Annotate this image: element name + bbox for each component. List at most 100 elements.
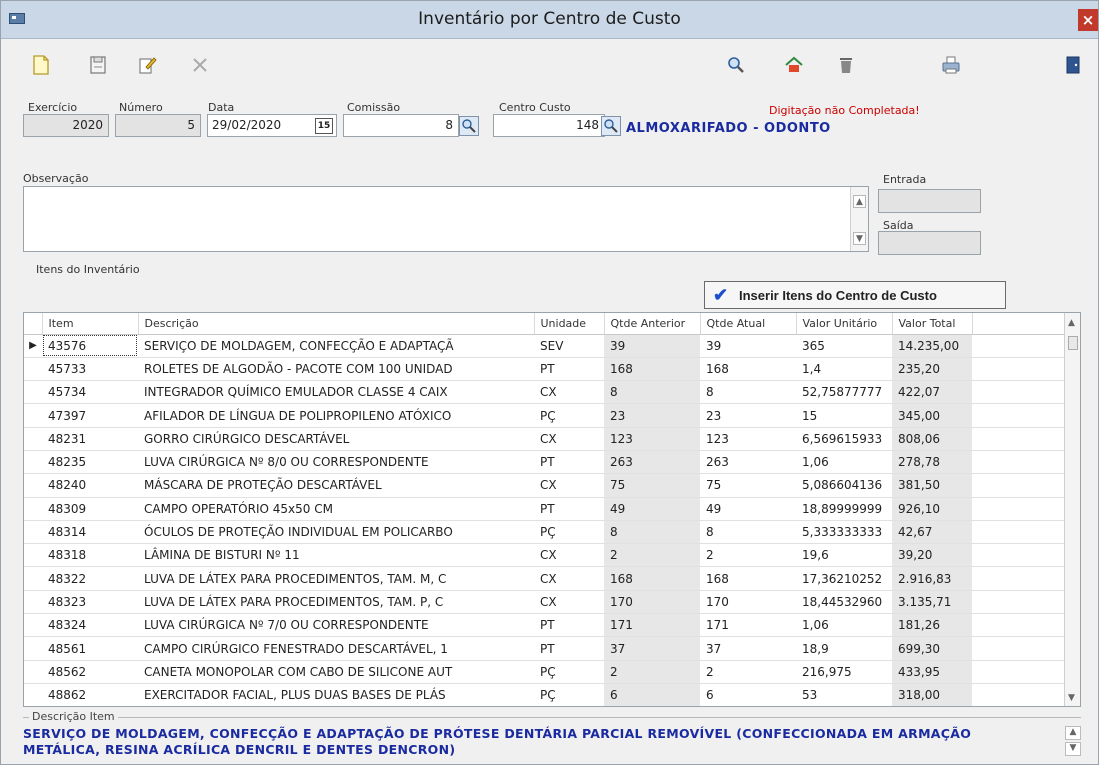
row-selector[interactable] bbox=[24, 566, 42, 591]
cell-qtde-atual[interactable]: 170 bbox=[700, 590, 796, 615]
cell-valor-unitario[interactable]: 18,44532960 bbox=[796, 590, 892, 615]
row-selector[interactable] bbox=[24, 497, 42, 521]
column-header-valor-unitario[interactable]: Valor Unitário bbox=[796, 313, 893, 335]
centro-custo-lookup-icon[interactable] bbox=[601, 116, 621, 136]
cell-valor-total[interactable]: 381,50 bbox=[892, 473, 972, 498]
numero-field[interactable]: 5 bbox=[115, 114, 201, 137]
search-icon[interactable] bbox=[726, 54, 746, 76]
column-header-item[interactable]: Item bbox=[42, 313, 139, 335]
row-selector[interactable] bbox=[24, 450, 42, 475]
cell-qtde-anterior[interactable]: 170 bbox=[604, 590, 700, 615]
cell-item[interactable]: 48562 bbox=[42, 660, 138, 684]
grid-scrollbar[interactable]: ▲ ▼ bbox=[1064, 313, 1080, 706]
cell-valor-unitario[interactable]: 18,89999999 bbox=[796, 497, 892, 521]
cell-qtde-atual[interactable]: 168 bbox=[700, 357, 796, 382]
cell-qtde-atual[interactable]: 39 bbox=[700, 334, 796, 358]
table-row[interactable]: 48862 EXERCITADOR FACIAL, PLUS DUAS BASES… bbox=[24, 683, 1066, 706]
table-row[interactable]: ▶ 43576 SERVIÇO DE MOLDAGEM, CONFECÇÃO E A… bbox=[24, 334, 1066, 358]
cell-qtde-atual[interactable]: 168 bbox=[700, 566, 796, 591]
cell-unidade[interactable]: PÇ bbox=[534, 683, 604, 706]
cell-unidade[interactable]: PT bbox=[534, 450, 604, 475]
cell-qtde-anterior[interactable]: 263 bbox=[604, 450, 700, 475]
close-button[interactable]: × bbox=[1078, 9, 1098, 31]
cell-valor-unitario[interactable]: 52,75877777 bbox=[796, 380, 892, 405]
row-selector[interactable] bbox=[24, 520, 42, 545]
column-header-qtde-atual[interactable]: Qtde Atual bbox=[700, 313, 797, 335]
cell-valor-total[interactable]: 235,20 bbox=[892, 357, 972, 382]
table-row[interactable]: 48235 LUVA CIRÚRGICA Nº 8/0 OU CORRESPOND… bbox=[24, 450, 1066, 475]
row-selector[interactable] bbox=[24, 473, 42, 498]
new-document-icon[interactable] bbox=[31, 54, 51, 76]
scroll-up-icon[interactable]: ▲ bbox=[1065, 726, 1081, 740]
cell-qtde-atual[interactable]: 123 bbox=[700, 427, 796, 451]
cell-qtde-anterior[interactable]: 171 bbox=[604, 613, 700, 638]
scroll-down-icon[interactable]: ▼ bbox=[853, 232, 866, 245]
cell-item[interactable]: 48231 bbox=[42, 427, 138, 451]
cell-descricao[interactable]: LUVA DE LÁTEX PARA PROCEDIMENTOS, TAM. P… bbox=[138, 590, 534, 615]
cell-qtde-anterior[interactable]: 123 bbox=[604, 427, 700, 451]
cell-qtde-anterior[interactable]: 23 bbox=[604, 403, 700, 428]
cell-descricao[interactable]: MÁSCARA DE PROTEÇÃO DESCARTÁVEL bbox=[138, 473, 534, 498]
table-row[interactable]: 47397 AFILADOR DE LÍNGUA DE POLIPROPILENO… bbox=[24, 403, 1066, 428]
print-icon[interactable] bbox=[941, 54, 961, 76]
cell-valor-total[interactable]: 345,00 bbox=[892, 403, 972, 428]
column-header-unidade[interactable]: Unidade bbox=[534, 313, 605, 335]
cell-valor-unitario[interactable]: 5,333333333 bbox=[796, 520, 892, 545]
cell-unidade[interactable]: PT bbox=[534, 497, 604, 521]
save-icon[interactable] bbox=[88, 54, 108, 76]
cell-unidade[interactable]: CX bbox=[534, 566, 604, 591]
cell-valor-total[interactable]: 181,26 bbox=[892, 613, 972, 638]
cell-qtde-atual[interactable]: 171 bbox=[700, 613, 796, 638]
cell-qtde-atual[interactable]: 23 bbox=[700, 403, 796, 428]
cell-qtde-anterior[interactable]: 8 bbox=[604, 520, 700, 545]
table-row[interactable]: 45734 INTEGRADOR QUÍMICO EMULADOR CLASSE … bbox=[24, 380, 1066, 405]
row-selector[interactable] bbox=[24, 380, 42, 405]
cell-valor-total[interactable]: 422,07 bbox=[892, 380, 972, 405]
cell-item[interactable]: 48324 bbox=[42, 613, 138, 638]
cell-qtde-anterior[interactable]: 37 bbox=[604, 636, 700, 661]
insert-items-button[interactable]: ✔ Inserir Itens do Centro de Custo bbox=[704, 281, 1006, 309]
cell-qtde-anterior[interactable]: 2 bbox=[604, 543, 700, 568]
table-row[interactable]: 48324 LUVA CIRÚRGICA Nº 7/0 OU CORRESPOND… bbox=[24, 613, 1066, 638]
cell-valor-unitario[interactable]: 1,06 bbox=[796, 613, 892, 638]
calendar-icon[interactable]: 15 bbox=[315, 118, 333, 134]
table-row[interactable]: 48561 CAMPO CIRÚRGICO FENESTRADO DESCARTÁ… bbox=[24, 636, 1066, 661]
cell-item[interactable]: 45734 bbox=[42, 380, 138, 405]
cell-descricao[interactable]: EXERCITADOR FACIAL, PLUS DUAS BASES DE P… bbox=[138, 683, 534, 706]
cell-item[interactable]: 45733 bbox=[42, 357, 138, 382]
table-row[interactable]: 48314 ÓCULOS DE PROTEÇÃO INDIVIDUAL EM PO… bbox=[24, 520, 1066, 545]
cell-item[interactable]: 48862 bbox=[42, 683, 138, 706]
cell-item[interactable]: 43576 bbox=[42, 334, 138, 358]
cell-qtde-atual[interactable]: 263 bbox=[700, 450, 796, 475]
cell-unidade[interactable]: PT bbox=[534, 357, 604, 382]
table-row[interactable]: 48323 LUVA DE LÁTEX PARA PROCEDIMENTOS, T… bbox=[24, 590, 1066, 615]
cell-valor-unitario[interactable]: 17,36210252 bbox=[796, 566, 892, 591]
cell-qtde-atual[interactable]: 37 bbox=[700, 636, 796, 661]
cell-valor-total[interactable]: 699,30 bbox=[892, 636, 972, 661]
row-selector[interactable] bbox=[24, 357, 42, 382]
cell-unidade[interactable]: CX bbox=[534, 380, 604, 405]
cell-qtde-anterior[interactable]: 6 bbox=[604, 683, 700, 706]
cell-valor-unitario[interactable]: 5,086604136 bbox=[796, 473, 892, 498]
cell-unidade[interactable]: CX bbox=[534, 427, 604, 451]
delete-icon[interactable] bbox=[836, 54, 856, 76]
cell-item[interactable]: 48314 bbox=[42, 520, 138, 545]
cell-unidade[interactable]: PÇ bbox=[534, 660, 604, 684]
cell-descricao[interactable]: LUVA DE LÁTEX PARA PROCEDIMENTOS, TAM. M… bbox=[138, 566, 534, 591]
cell-descricao[interactable]: ÓCULOS DE PROTEÇÃO INDIVIDUAL EM POLICAR… bbox=[138, 520, 534, 545]
cell-item[interactable]: 48323 bbox=[42, 590, 138, 615]
cell-unidade[interactable]: PÇ bbox=[534, 403, 604, 428]
cell-descricao[interactable]: SERVIÇO DE MOLDAGEM, CONFECÇÃO E ADAPTAÇ… bbox=[138, 334, 534, 358]
cell-descricao[interactable]: AFILADOR DE LÍNGUA DE POLIPROPILENO ATÓX… bbox=[138, 403, 534, 428]
cell-descricao[interactable]: LÂMINA DE BISTURI Nº 11 bbox=[138, 543, 534, 568]
cell-qtde-anterior[interactable]: 75 bbox=[604, 473, 700, 498]
cell-descricao[interactable]: CAMPO CIRÚRGICO FENESTRADO DESCARTÁVEL, … bbox=[138, 636, 534, 661]
cell-unidade[interactable]: CX bbox=[534, 473, 604, 498]
items-grid[interactable]: Item Descrição Unidade Qtde Anterior Qtd… bbox=[23, 312, 1081, 707]
cell-qtde-anterior[interactable]: 168 bbox=[604, 566, 700, 591]
current-row-indicator-icon[interactable]: ▶ bbox=[24, 334, 42, 358]
cell-valor-total[interactable]: 2.916,83 bbox=[892, 566, 972, 591]
observacao-textarea[interactable]: ▲ ▼ bbox=[23, 186, 869, 252]
comissao-lookup-icon[interactable] bbox=[459, 116, 479, 136]
cell-qtde-anterior[interactable]: 8 bbox=[604, 380, 700, 405]
